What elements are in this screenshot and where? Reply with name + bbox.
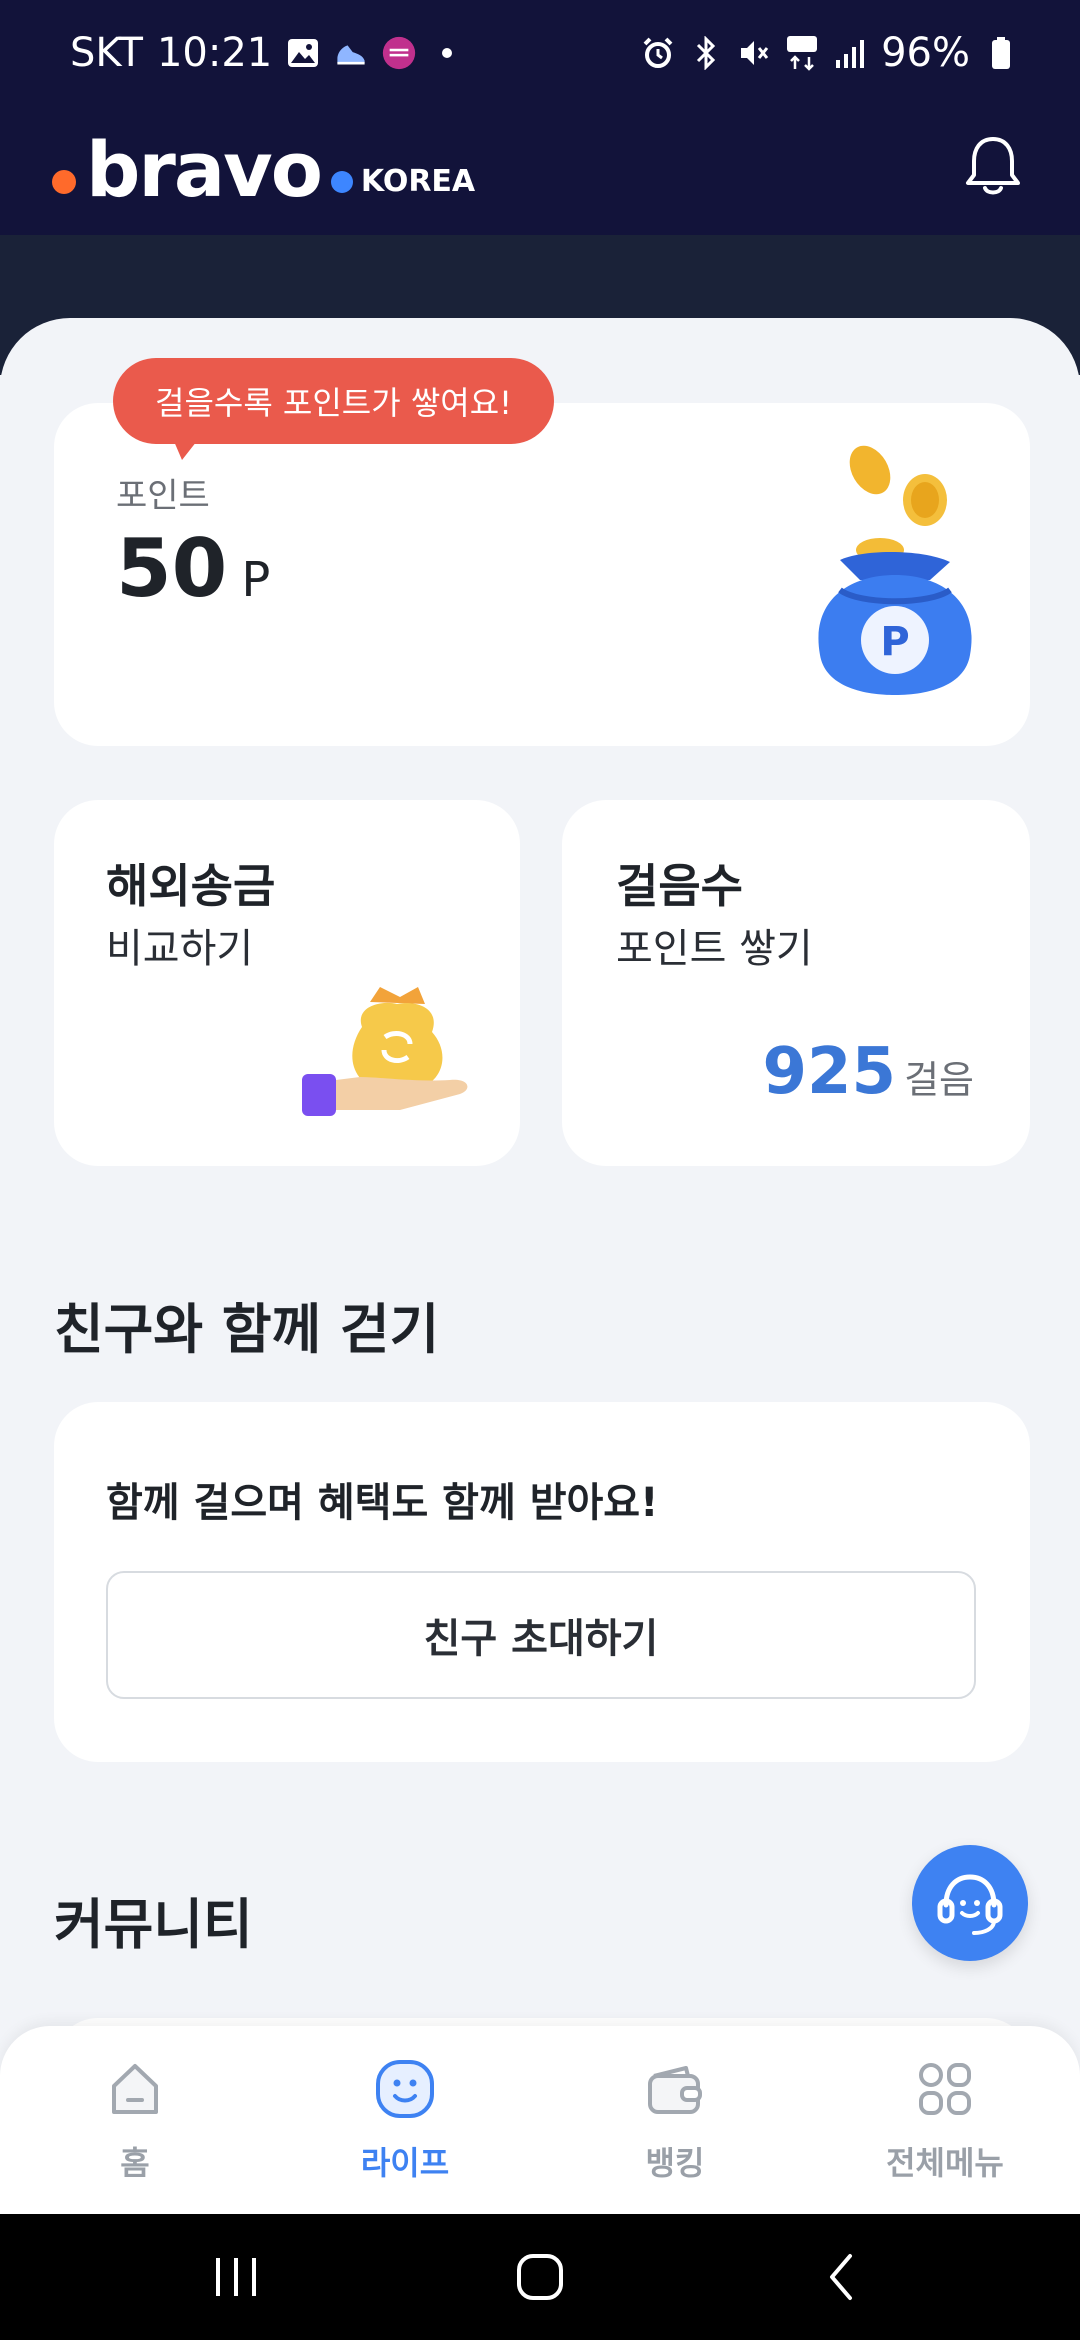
more-notifications-dot-icon [430,36,464,70]
grid-menu-icon [919,2063,971,2115]
tab-banking[interactable]: 뱅킹 [540,2026,810,2214]
remit-subtitle: 비교하기 [106,926,254,972]
points-label: 포인트 [116,476,210,516]
friend-invite-headline: 함께 걸으며 혜택도 함께 받아요! [106,1480,659,1526]
mute-icon [737,36,771,70]
status-bar: SKT 10:21 96% [0,0,1080,115]
bag-letter: P [880,619,909,665]
tooltip-tail [170,432,204,460]
smile-face-icon [376,2060,434,2118]
money-hand-illustration-icon [302,987,468,1116]
point-bag-illustration-icon: P [818,445,972,695]
battery-percent: 96% [881,30,970,76]
clock: 10:21 [156,30,273,76]
tab-banking-label: 뱅킹 [645,2144,705,2182]
system-navigation-bar [0,2214,1080,2340]
points-number: 50 [116,522,228,615]
5g-icon [785,36,819,71]
step-count: 925 걸음 [762,1035,974,1109]
battery-icon [984,36,1018,70]
alarm-icon [641,36,675,70]
tab-home[interactable]: 홈 [0,2026,270,2214]
tab-all-menu[interactable]: 전체메뉴 [810,2026,1080,2214]
tab-life[interactable]: 라이프 [270,2026,540,2214]
status-right: 96% [641,30,1018,76]
logo-wordmark: bravo [86,125,323,214]
carrier-label: SKT [70,30,143,76]
customer-service-button[interactable] [912,1845,1028,1961]
gallery-icon [286,36,320,70]
busan-app-icon [382,36,416,70]
step-count-number: 925 [762,1035,897,1109]
logo-orange-dot [52,169,76,194]
community-title: 커뮤니티 [54,1893,253,1956]
back-icon[interactable] [812,2252,872,2302]
bravo-logo[interactable]: bravo KOREA [52,125,475,214]
app-header: bravo KOREA [0,115,1080,235]
walk-with-friends-title: 친구와 함께 걷기 [54,1298,440,1361]
wallet-icon [648,2066,702,2114]
status-left: SKT 10:21 [70,30,464,76]
signal-icon [833,36,867,70]
bottom-tab-bar: 홈 라이프 뱅킹 전체메뉴 [0,2026,1080,2214]
walk-title: 걸음수 [616,859,743,913]
headset-agent-icon [937,1874,1003,1935]
tab-all-menu-label: 전체메뉴 [886,2144,1004,2182]
tab-life-label: 라이프 [360,2144,450,2182]
tab-home-label: 홈 [120,2144,150,2182]
remit-title: 해외송금 [106,859,276,913]
recent-apps-icon[interactable] [206,2252,266,2302]
logo-blue-dot [330,170,353,193]
walk-subtitle: 포인트 쌓기 [616,926,813,972]
notification-bell-icon[interactable] [958,131,1028,201]
sneaker-icon [334,36,368,70]
home-nav-icon[interactable] [510,2252,570,2302]
home-icon [112,2064,158,2114]
points-value: 50 P [116,522,270,615]
logo-region: KOREA [360,164,476,199]
bluetooth-icon [689,36,723,70]
points-unit: P [241,552,271,608]
step-count-unit: 걸음 [904,1058,974,1102]
invite-friend-button[interactable]: 친구 초대하기 [106,1571,976,1699]
